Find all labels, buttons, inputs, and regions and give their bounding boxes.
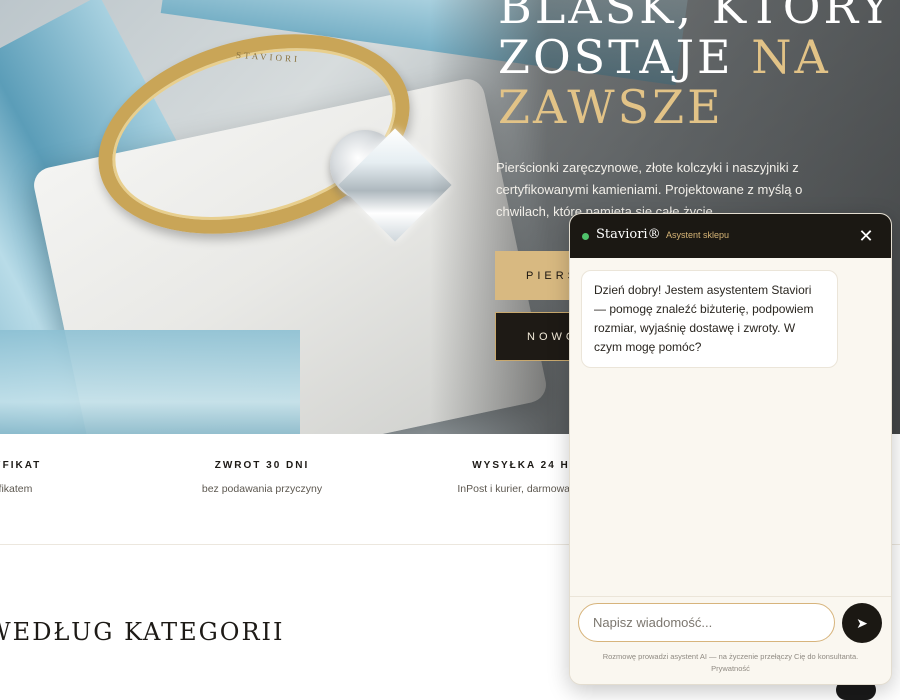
send-icon[interactable]: ➤ xyxy=(842,603,882,643)
hero-title-line1: BLASK, KTÓRY xyxy=(498,0,894,34)
online-status-icon xyxy=(582,233,589,240)
feature-certificate: CERTYFIKAT z certyfikatem xyxy=(0,460,110,495)
feature-title: ZWROT 30 DNI xyxy=(214,460,310,471)
hero-title-line2: ZOSTAJE xyxy=(498,30,752,84)
hero-title: BLASK, KTÓRY ZOSTAJE NA ZAWSZE xyxy=(498,0,893,132)
chat-brand: Staviori® xyxy=(596,227,661,242)
categories-heading: WEDŁUG KATEGORII xyxy=(0,618,285,646)
assistant-message: Dzień dobry! Jestem asystentem Staviori … xyxy=(581,270,838,368)
chat-messages: Dzień dobry! Jestem asystentem Staviori … xyxy=(570,258,891,598)
chat-disclaimer: Rozmowę prowadzi asystent AI — na życzen… xyxy=(576,651,885,675)
hero-ribbon xyxy=(0,330,300,434)
feature-returns: ZWROT 30 DNI bez podawania przyczyny xyxy=(152,460,372,495)
hero-title-line3: ZAWSZE xyxy=(498,80,724,134)
hero-title-accent: NA xyxy=(751,30,831,84)
message-input[interactable] xyxy=(578,603,835,642)
chat-header: Staviori® Asystent sklepu ✕ xyxy=(570,214,891,258)
feature-title: CERTYFIKAT xyxy=(0,460,42,471)
disclaimer-text: Rozmowę prowadzi asystent AI — na życzen… xyxy=(602,652,859,661)
chat-widget: Staviori® Asystent sklepu ✕ Dzień dobry!… xyxy=(569,213,892,685)
chat-footer: ➤ Rozmowę prowadzi asystent AI — na życz… xyxy=(570,596,891,684)
feature-desc: z certyfikatem xyxy=(0,483,33,495)
privacy-link[interactable]: Prywatność xyxy=(576,663,885,675)
feature-desc: bez podawania przyczyny xyxy=(201,483,323,495)
close-icon[interactable]: ✕ xyxy=(854,224,878,248)
chat-subtitle: Asystent sklepu xyxy=(666,230,730,240)
